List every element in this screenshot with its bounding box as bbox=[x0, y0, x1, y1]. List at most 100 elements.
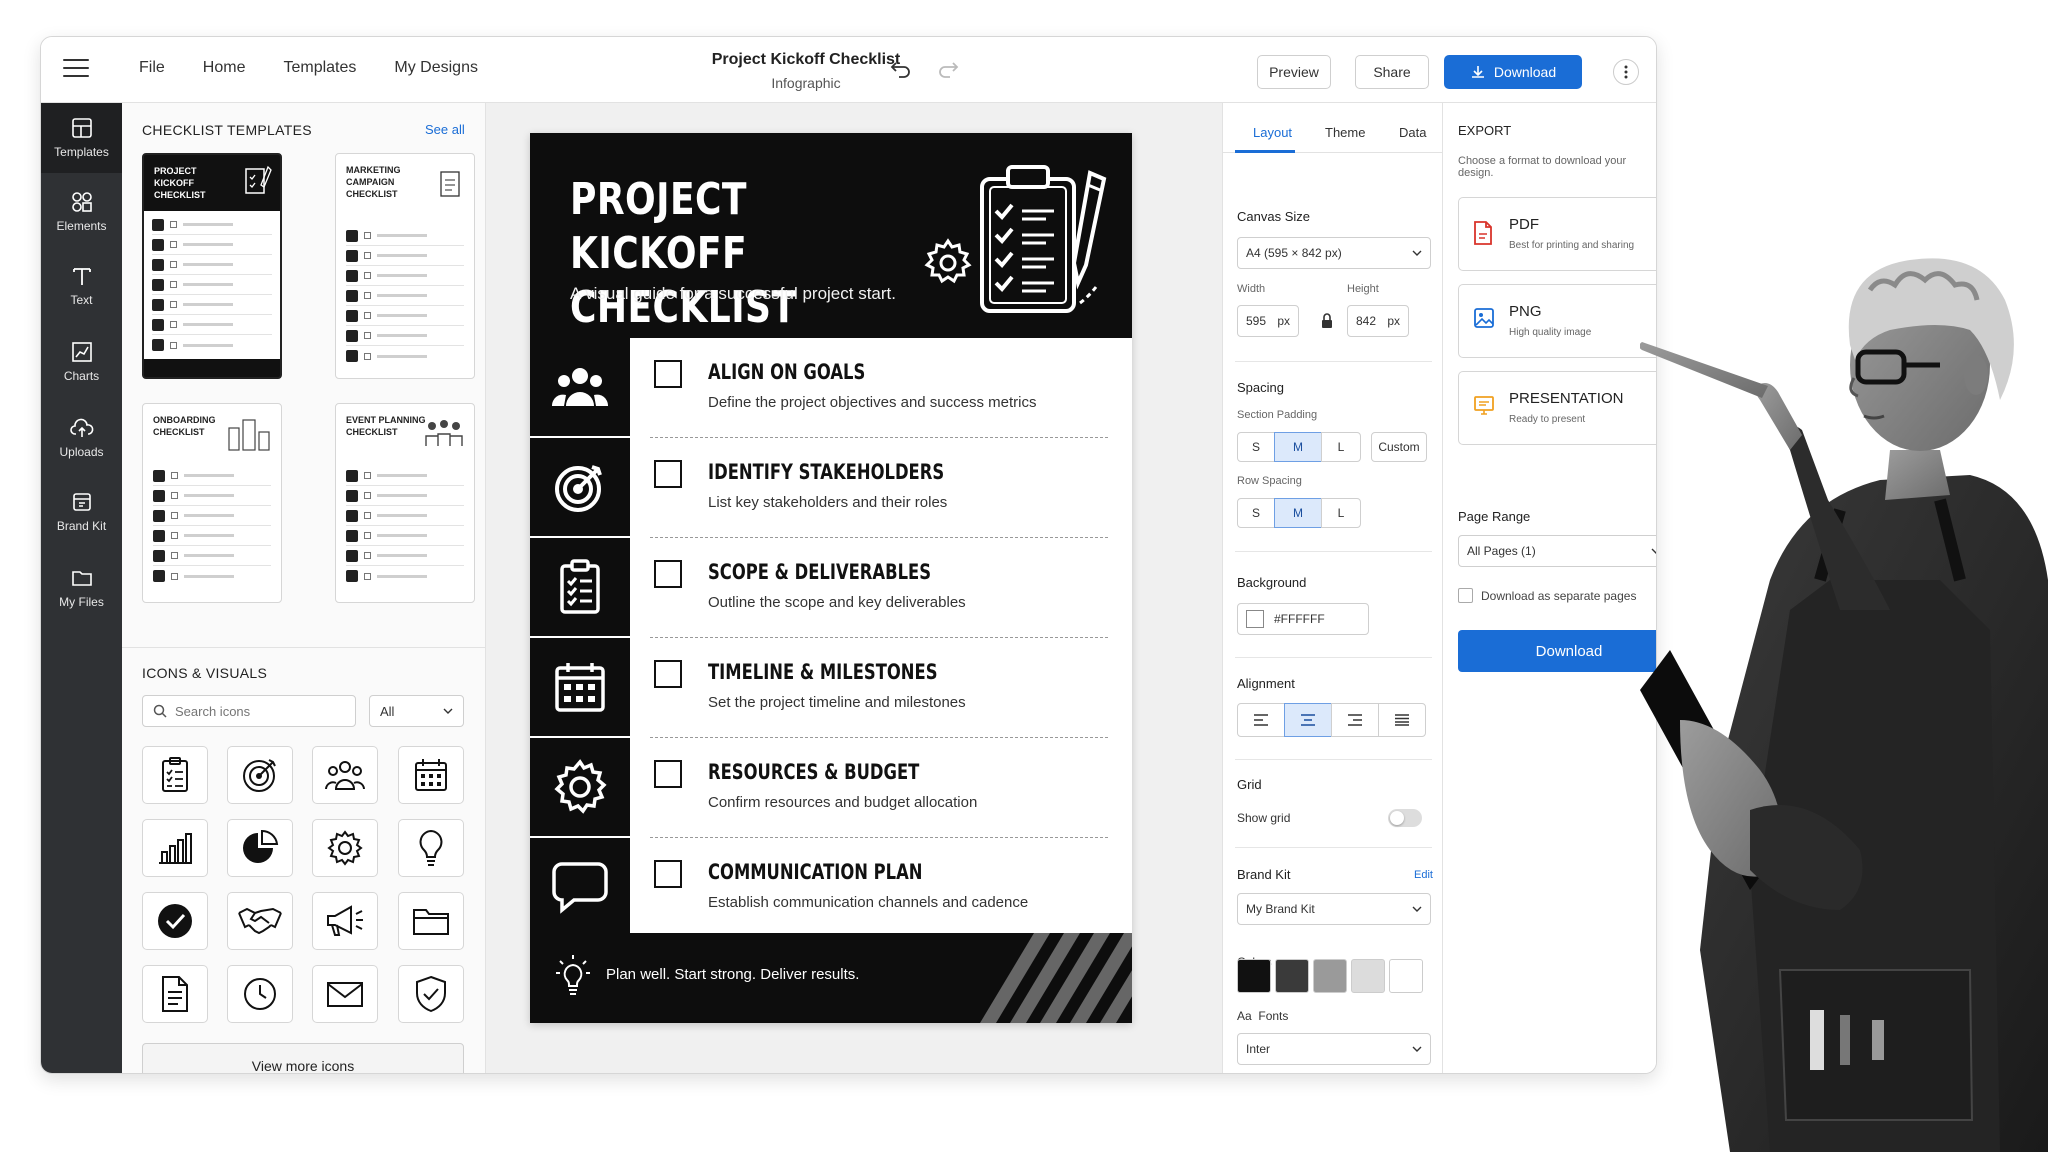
checklist-item-desc[interactable]: Outline the scope and key deliverables bbox=[708, 594, 966, 611]
icon-tile-megaphone[interactable] bbox=[312, 892, 378, 950]
row-spacing-m[interactable]: M bbox=[1274, 498, 1322, 528]
checklist-checkbox[interactable] bbox=[654, 360, 682, 388]
checklist-item-title[interactable]: RESOURCES & BUDGET bbox=[708, 760, 919, 784]
icon-tile-document[interactable] bbox=[142, 965, 208, 1023]
height-input[interactable]: 842 px bbox=[1347, 305, 1409, 337]
rail-my-files[interactable]: My Files bbox=[41, 553, 122, 623]
align-justify-button[interactable] bbox=[1378, 703, 1426, 737]
icon-tile-handshake[interactable] bbox=[227, 892, 293, 950]
share-button[interactable]: Share bbox=[1355, 55, 1429, 89]
rail-text[interactable]: Text bbox=[41, 251, 122, 321]
rail-elements[interactable]: Elements bbox=[41, 177, 122, 247]
see-all-link[interactable]: See all bbox=[425, 122, 465, 137]
export-format-pdf[interactable]: PDF Best for printing and sharing bbox=[1458, 197, 1656, 271]
background-color-swatch[interactable] bbox=[1246, 610, 1264, 628]
checklist-item-desc[interactable]: Set the project timeline and milestones bbox=[708, 694, 966, 711]
tab-layout[interactable]: Layout bbox=[1253, 125, 1292, 140]
icon-tile-bar-chart[interactable] bbox=[142, 819, 208, 877]
brand-color-swatch[interactable] bbox=[1389, 959, 1423, 993]
tab-theme[interactable]: Theme bbox=[1325, 125, 1365, 140]
template-card-onboarding[interactable]: ONBOARDING CHECKLIST bbox=[142, 403, 282, 603]
lock-icon[interactable] bbox=[1321, 313, 1333, 329]
checklist-item-desc[interactable]: Define the project objectives and succes… bbox=[708, 394, 1036, 411]
poster-footer-text[interactable]: Plan well. Start strong. Deliver results… bbox=[606, 966, 859, 983]
font-select[interactable]: Inter bbox=[1237, 1033, 1431, 1065]
poster-subtitle[interactable]: A visual guide for a successful project … bbox=[570, 284, 896, 304]
brand-color-swatch[interactable] bbox=[1313, 959, 1347, 993]
infographic-poster[interactable]: PROJECT KICKOFF CHECKLIST A visual guide… bbox=[530, 133, 1132, 1023]
redo-icon[interactable] bbox=[934, 55, 962, 83]
icon-tile-target[interactable] bbox=[227, 746, 293, 804]
checklist-item-desc[interactable]: Confirm resources and budget allocation bbox=[708, 794, 977, 811]
icon-tile-pie-chart[interactable] bbox=[227, 819, 293, 877]
section-padding-m[interactable]: M bbox=[1274, 432, 1322, 462]
brand-kit-edit-link[interactable]: Edit bbox=[1414, 869, 1433, 881]
separate-pages-checkbox[interactable] bbox=[1458, 588, 1473, 603]
export-format-png[interactable]: PNG High quality image bbox=[1458, 284, 1656, 358]
checklist-checkbox[interactable] bbox=[654, 660, 682, 688]
more-options-icon[interactable] bbox=[1613, 59, 1639, 85]
checklist-item-title[interactable]: SCOPE & DELIVERABLES bbox=[708, 560, 931, 584]
brand-color-swatch[interactable] bbox=[1237, 959, 1271, 993]
section-padding-custom[interactable]: Custom bbox=[1371, 432, 1427, 462]
show-grid-toggle[interactable] bbox=[1388, 809, 1422, 827]
brand-kit-select[interactable]: My Brand Kit bbox=[1237, 893, 1431, 925]
brand-color-swatch[interactable] bbox=[1275, 959, 1309, 993]
align-left-button[interactable] bbox=[1237, 703, 1285, 737]
export-format-presentation[interactable]: PRESENTATION Ready to present bbox=[1458, 371, 1656, 445]
checklist-item-title[interactable]: COMMUNICATION PLAN bbox=[708, 860, 923, 884]
rail-uploads[interactable]: Uploads bbox=[41, 403, 122, 473]
row-spacing-l[interactable]: L bbox=[1321, 498, 1361, 528]
checklist-item-title[interactable]: TIMELINE & MILESTONES bbox=[708, 660, 937, 684]
canvas-size-select[interactable]: A4 (595 × 842 px) bbox=[1237, 237, 1431, 269]
checklist-checkbox[interactable] bbox=[654, 760, 682, 788]
icon-tile-clipboard[interactable] bbox=[142, 746, 208, 804]
tab-data[interactable]: Data bbox=[1399, 125, 1426, 140]
hamburger-menu-icon[interactable] bbox=[63, 59, 89, 79]
section-padding-l[interactable]: L bbox=[1321, 432, 1361, 462]
icon-search-input[interactable] bbox=[175, 703, 335, 719]
document-title[interactable]: Project Kickoff Checklist bbox=[641, 51, 971, 69]
icon-tile-lightbulb[interactable] bbox=[398, 819, 464, 877]
icon-tile-mail[interactable] bbox=[312, 965, 378, 1023]
brand-color-swatch[interactable] bbox=[1351, 959, 1385, 993]
checklist-checkbox[interactable] bbox=[654, 460, 682, 488]
row-spacing-s[interactable]: S bbox=[1237, 498, 1275, 528]
icon-search-field[interactable] bbox=[142, 695, 356, 727]
page-range-select[interactable]: All Pages (1) bbox=[1458, 535, 1656, 567]
icon-tile-clock[interactable] bbox=[227, 965, 293, 1023]
icon-tile-folder[interactable] bbox=[398, 892, 464, 950]
poster-title[interactable]: PROJECT KICKOFF CHECKLIST bbox=[570, 173, 865, 335]
icon-tile-calendar[interactable] bbox=[398, 746, 464, 804]
rail-charts[interactable]: Charts bbox=[41, 327, 122, 397]
menu-home[interactable]: Home bbox=[203, 59, 246, 77]
icon-tile-shield[interactable] bbox=[398, 965, 464, 1023]
icon-tile-check[interactable] bbox=[142, 892, 208, 950]
rail-brand-kit[interactable]: Brand Kit bbox=[41, 477, 122, 547]
menu-templates[interactable]: Templates bbox=[283, 59, 356, 77]
checklist-item-title[interactable]: ALIGN ON GOALS bbox=[708, 360, 865, 384]
icon-tile-team[interactable] bbox=[312, 746, 378, 804]
width-input[interactable]: 595 px bbox=[1237, 305, 1299, 337]
download-button-top[interactable]: Download bbox=[1444, 55, 1582, 89]
checklist-item-desc[interactable]: List key stakeholders and their roles bbox=[708, 494, 947, 511]
template-card-event-planning[interactable]: EVENT PLANNING CHECKLIST bbox=[335, 403, 475, 603]
menu-file[interactable]: File bbox=[139, 59, 165, 77]
checklist-item-desc[interactable]: Establish communication channels and cad… bbox=[708, 894, 1028, 911]
checklist-checkbox[interactable] bbox=[654, 560, 682, 588]
download-button[interactable]: Download bbox=[1458, 630, 1656, 672]
template-card-project-kickoff[interactable]: PROJECT KICKOFF CHECKLIST bbox=[142, 153, 282, 379]
background-color-input[interactable]: #FFFFFF bbox=[1237, 603, 1369, 635]
checklist-checkbox[interactable] bbox=[654, 860, 682, 888]
view-more-icons-button[interactable]: View more icons bbox=[142, 1043, 464, 1073]
template-card-marketing-campaign[interactable]: MARKETING CAMPAIGN CHECKLIST bbox=[335, 153, 475, 379]
icon-filter-select[interactable]: All bbox=[369, 695, 464, 727]
align-right-button[interactable] bbox=[1331, 703, 1379, 737]
rail-templates[interactable]: Templates bbox=[41, 103, 122, 173]
preview-button[interactable]: Preview bbox=[1257, 55, 1331, 89]
checklist-item-title[interactable]: IDENTIFY STAKEHOLDERS bbox=[708, 460, 944, 484]
align-center-button[interactable] bbox=[1284, 703, 1332, 737]
menu-my-designs[interactable]: My Designs bbox=[394, 59, 478, 77]
section-padding-s[interactable]: S bbox=[1237, 432, 1275, 462]
icon-tile-gear[interactable] bbox=[312, 819, 378, 877]
